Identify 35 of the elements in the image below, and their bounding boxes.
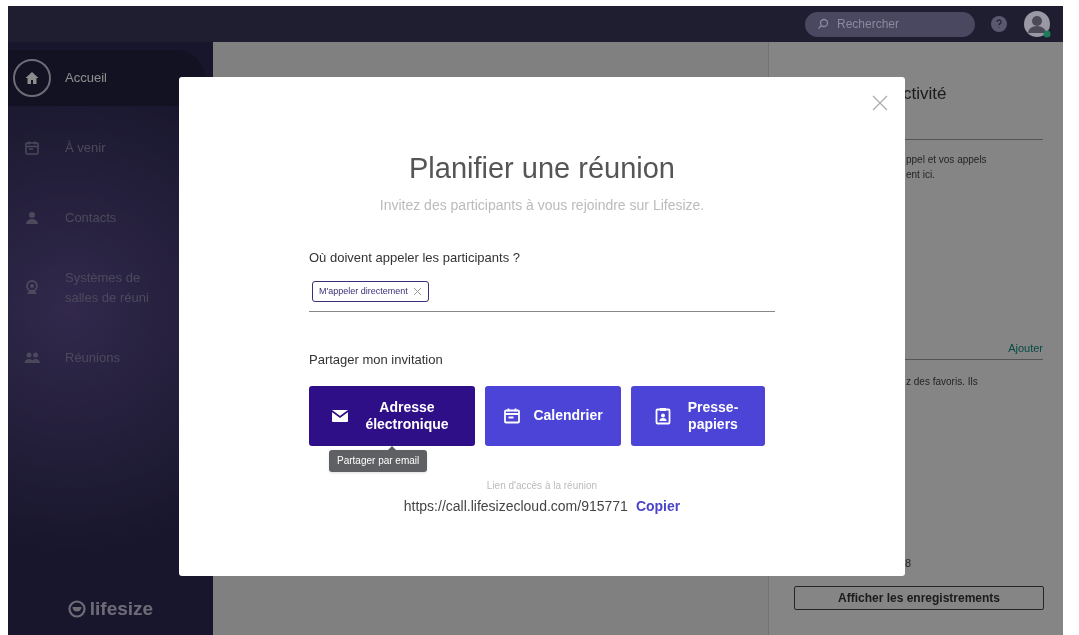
share-button[interactable]: Presse-papiers <box>631 385 765 446</box>
copy-link[interactable]: Copier <box>635 495 681 517</box>
show-recordings-button[interactable]: Afficher les enregistrements <box>794 585 1044 610</box>
search-icon <box>817 18 829 30</box>
modal-subtitle: Invitez des participants à vous rejoindre sur Lifesize. <box>379 195 705 215</box>
tooltip-pointer <box>388 445 396 450</box>
clipboard-icon <box>654 406 672 425</box>
remove-icon[interactable] <box>412 287 422 296</box>
calendar-icon <box>503 406 522 425</box>
panel-text: ent ici. <box>906 167 935 182</box>
modal-title: Planifier une réunion <box>409 151 675 186</box>
panel-text: z des favoris. Ils <box>906 375 978 389</box>
tag-chip: M'appeler directement <box>312 281 429 302</box>
add-link[interactable]: Ajouter <box>1008 339 1043 356</box>
panel-text: 8 <box>905 556 912 571</box>
calendar-icon <box>23 139 41 157</box>
search-field[interactable]: Rechercher <box>805 11 975 37</box>
webcam-icon <box>23 279 41 297</box>
home-icon <box>23 69 41 87</box>
tooltip: Partager par email <box>329 449 428 472</box>
share-button[interactable]: Calendrier <box>485 385 621 446</box>
logo-icon <box>67 599 86 618</box>
share-label: Partager mon invitation <box>309 351 444 369</box>
help-icon[interactable] <box>991 16 1007 32</box>
question-label: Où doivent appeler les participants ? <box>309 248 521 267</box>
avatar-icon[interactable] <box>1023 10 1051 38</box>
link-label: Lien d'accès à la réunion <box>486 478 598 493</box>
nav-item[interactable]: Accueil <box>8 50 205 106</box>
logo-text: lifesize <box>89 596 154 621</box>
panel-text: ppel et vos appels <box>906 152 987 167</box>
close-icon[interactable] <box>872 95 888 111</box>
panel-heading: ctivité <box>903 83 947 105</box>
person-icon <box>23 209 41 227</box>
location-field[interactable]: M'appeler directement <box>309 281 775 312</box>
share-button[interactable]: Adresse électronique <box>309 385 475 446</box>
